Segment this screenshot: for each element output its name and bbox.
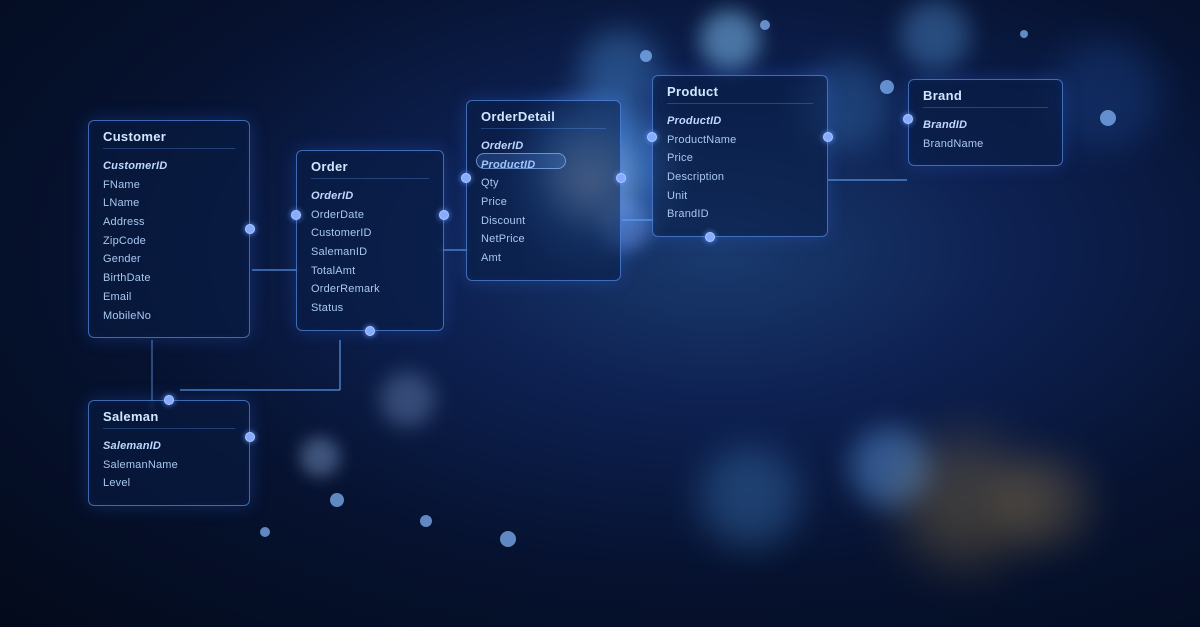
order-table-header: Order	[311, 159, 429, 179]
bokeh-dot	[640, 50, 652, 62]
orderdetail-right-node	[616, 173, 626, 183]
orderdetail-field-5: NetPrice	[481, 230, 606, 249]
saleman-table: Saleman SalemanID SalemanName Level	[88, 400, 250, 506]
bokeh-dot	[500, 531, 516, 547]
customer-table-header: Customer	[103, 129, 235, 149]
order-field-1: OrderDate	[311, 206, 429, 225]
database-diagram-scene: Customer CustomerID FName LName Address …	[0, 0, 1200, 627]
customer-field-6: BirthDate	[103, 269, 235, 288]
order-table: Order OrderID OrderDate CustomerID Salem…	[296, 150, 444, 331]
customer-field-0: CustomerID	[103, 157, 235, 176]
bokeh-dot	[330, 493, 344, 507]
product-field-2: Price	[667, 149, 813, 168]
bokeh-dot	[760, 20, 770, 30]
product-left-node	[647, 132, 657, 142]
brand-table-header: Brand	[923, 88, 1048, 108]
product-right-node	[823, 132, 833, 142]
customer-field-4: ZipCode	[103, 232, 235, 251]
bokeh-dot	[1020, 30, 1028, 38]
bokeh-light	[300, 437, 340, 477]
productid-highlight	[476, 153, 566, 169]
orderdetail-left-node	[461, 173, 471, 183]
orderdetail-field-4: Discount	[481, 212, 606, 231]
product-table: Product ProductID ProductName Price Desc…	[652, 75, 828, 237]
customer-field-3: Address	[103, 213, 235, 232]
customer-field-2: LName	[103, 194, 235, 213]
brand-left-node	[903, 114, 913, 124]
order-field-4: TotalAmt	[311, 262, 429, 281]
bokeh-light	[380, 372, 435, 427]
bokeh-light	[700, 447, 800, 547]
order-field-3: SalemanID	[311, 243, 429, 262]
order-right-node	[439, 210, 449, 220]
bokeh-dot	[880, 80, 894, 94]
product-table-header: Product	[667, 84, 813, 104]
product-field-4: Unit	[667, 187, 813, 206]
bokeh-light	[1000, 457, 1090, 547]
bokeh-dot	[260, 527, 270, 537]
customer-field-7: Email	[103, 288, 235, 307]
product-field-1: ProductName	[667, 131, 813, 150]
bokeh-light	[1050, 40, 1160, 150]
bokeh-light	[900, 0, 970, 70]
brand-field-1: BrandName	[923, 135, 1048, 154]
customer-field-1: FName	[103, 176, 235, 195]
order-field-6: Status	[311, 299, 429, 318]
order-left-node	[291, 210, 301, 220]
order-field-2: CustomerID	[311, 224, 429, 243]
orderdetail-table: OrderDetail OrderID ProductID Qty Price …	[466, 100, 621, 281]
brand-field-0: BrandID	[923, 116, 1048, 135]
bokeh-light	[700, 10, 760, 70]
order-field-5: OrderRemark	[311, 280, 429, 299]
customer-connector-node	[245, 224, 255, 234]
bokeh-dot	[1100, 110, 1116, 126]
product-field-0: ProductID	[667, 112, 813, 131]
customer-table: Customer CustomerID FName LName Address …	[88, 120, 250, 338]
orderdetail-table-header: OrderDetail	[481, 109, 606, 129]
orderdetail-field-3: Price	[481, 193, 606, 212]
product-bottom-node	[705, 232, 715, 242]
customer-field-5: Gender	[103, 250, 235, 269]
saleman-field-0: SalemanID	[103, 437, 235, 456]
saleman-field-1: SalemanName	[103, 456, 235, 475]
order-bottom-node	[365, 326, 375, 336]
product-field-5: BrandID	[667, 205, 813, 224]
saleman-right-node	[245, 432, 255, 442]
product-field-3: Description	[667, 168, 813, 187]
brand-table: Brand BrandID BrandName	[908, 79, 1063, 166]
saleman-table-header: Saleman	[103, 409, 235, 429]
bokeh-dot	[420, 515, 432, 527]
saleman-top-node	[164, 395, 174, 405]
orderdetail-field-6: Amt	[481, 249, 606, 268]
saleman-field-2: Level	[103, 474, 235, 493]
orderdetail-field-2: Qty	[481, 174, 606, 193]
customer-field-8: MobileNo	[103, 307, 235, 326]
order-field-0: OrderID	[311, 187, 429, 206]
